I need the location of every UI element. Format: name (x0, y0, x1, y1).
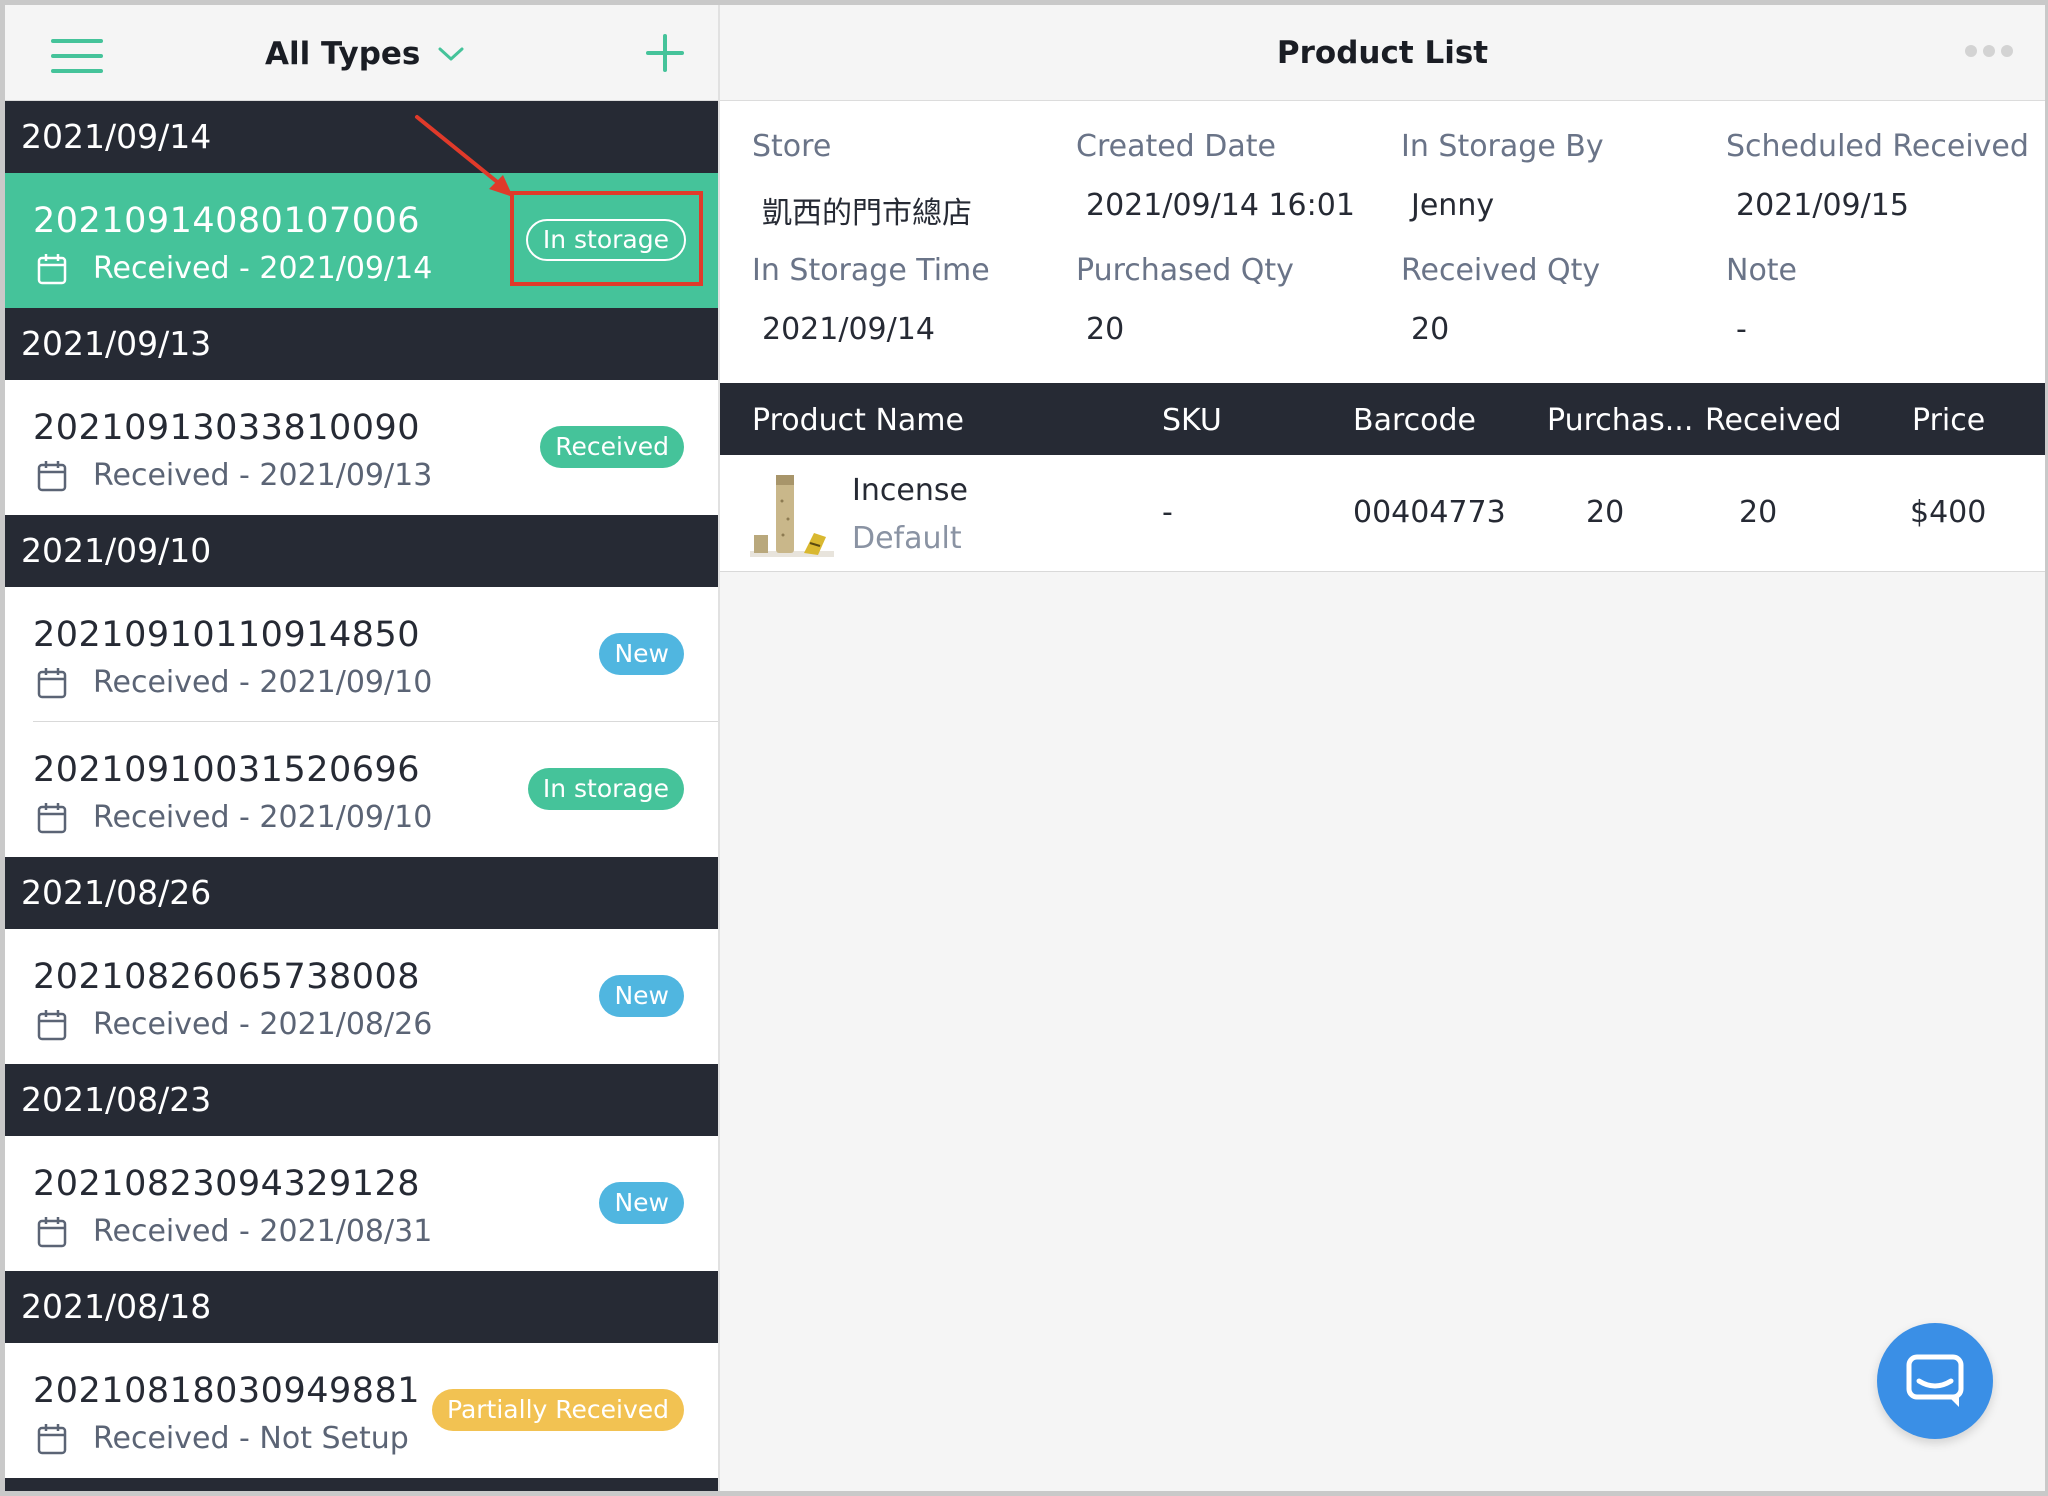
product-barcode: 00404773 (1353, 495, 1506, 530)
column-header-purchased: Purchas... (1547, 403, 1694, 438)
status-badge: In storage (527, 768, 684, 810)
status-badge: Partially Received (432, 1389, 684, 1431)
info-value: - (1736, 312, 1747, 347)
table-header: Product Name SKU Barcode Purchas... Rece… (720, 383, 2045, 455)
info-label: Scheduled Received (1726, 129, 2029, 164)
date-group-header: 2021/08/18 (5, 1271, 718, 1343)
chat-button[interactable] (1877, 1323, 1993, 1439)
info-label: In Storage Time (752, 253, 990, 288)
order-number: 20210826065738008 (33, 957, 421, 997)
calendar-icon (37, 460, 67, 491)
order-received-date: Received - 2021/09/10 (93, 800, 433, 835)
info-storage-time: In Storage Time 2021/09/14 (752, 253, 990, 347)
order-number: 20210914080107006 (33, 201, 421, 241)
status-badge: New (599, 1182, 684, 1224)
order-list-panel: All Types 2021/09/14 20210914080107006 R… (5, 5, 718, 1491)
hamburger-icon[interactable] (51, 39, 103, 73)
left-header: All Types (5, 5, 718, 101)
status-badge: New (599, 975, 684, 1017)
order-received-date: Received - Not Setup (93, 1421, 409, 1456)
date-group-header: 2021/08/23 (5, 1064, 718, 1136)
date-group-header (5, 1478, 718, 1491)
calendar-icon (37, 802, 67, 833)
type-filter-dropdown[interactable]: All Types (265, 33, 464, 75)
calendar-icon (37, 253, 67, 284)
product-purchased-qty: 20 (1586, 495, 1625, 530)
status-badge: New (599, 633, 684, 675)
info-label: Store (752, 129, 832, 164)
order-info-section: Store 凱西的門市總店 Created Date 2021/09/14 16… (720, 101, 2045, 383)
info-value: 凱西的門市總店 (762, 196, 972, 231)
right-header: Product List (720, 5, 2045, 101)
chevron-down-icon (438, 47, 464, 61)
calendar-icon (37, 1009, 67, 1040)
order-number: 20210910110914850 (33, 615, 421, 655)
order-received-date: Received - 2021/09/10 (93, 665, 433, 700)
info-received-qty: Received Qty 20 (1401, 253, 1600, 347)
status-badge: In storage (525, 219, 686, 261)
info-note: Note - (1726, 253, 1797, 347)
product-received-qty: 20 (1739, 495, 1778, 530)
column-header-received: Received (1705, 403, 1842, 438)
info-value: 20 (1086, 312, 1125, 347)
info-created-date: Created Date 2021/09/14 16:01 (1076, 129, 1355, 223)
date-group-header: 2021/09/13 (5, 308, 718, 380)
type-filter-label: All Types (265, 36, 421, 72)
order-item[interactable]: 20210914080107006 Received - 2021/09/14 … (5, 173, 718, 308)
info-label: In Storage By (1401, 129, 1604, 164)
app-frame: All Types 2021/09/14 20210914080107006 R… (5, 5, 2045, 1491)
plus-icon[interactable] (645, 33, 685, 73)
column-header-sku: SKU (1162, 403, 1222, 438)
date-group-header: 2021/09/10 (5, 515, 718, 587)
product-sku: - (1162, 495, 1173, 530)
calendar-icon (37, 1423, 67, 1454)
product-variant: Default (852, 521, 962, 556)
product-detail-panel: Product List Store 凱西的門市總店 Created Date … (720, 5, 2045, 1491)
order-received-date: Received - 2021/08/31 (93, 1214, 433, 1249)
column-header-price: Price (1912, 403, 1986, 438)
order-list: 2021/09/14 20210914080107006 Received - … (5, 101, 718, 1491)
calendar-icon (37, 1216, 67, 1247)
order-item[interactable]: 20210913033810090 Received - 2021/09/13 … (5, 380, 718, 515)
info-value: 2021/09/14 16:01 (1086, 188, 1355, 223)
page-title: Product List (1276, 35, 1489, 71)
info-purchased-qty: Purchased Qty 20 (1076, 253, 1294, 347)
more-dots-icon[interactable] (1959, 45, 2013, 57)
product-table: Product Name SKU Barcode Purchas... Rece… (720, 383, 2045, 572)
order-item[interactable]: 20210818030949881 Received - Not Setup P… (5, 1343, 718, 1478)
info-storage-by: In Storage By Jenny (1401, 129, 1604, 223)
info-value: 2021/09/14 (762, 312, 935, 347)
date-group-header: 2021/09/14 (5, 101, 718, 173)
order-received-date: Received - 2021/09/13 (93, 458, 433, 493)
chat-icon (1906, 1354, 1964, 1407)
column-header-product-name: Product Name (752, 403, 964, 438)
info-value: Jenny (1411, 188, 1495, 223)
order-item[interactable]: 20210910031520696 Received - 2021/09/10 … (5, 722, 718, 857)
info-label: Created Date (1076, 129, 1276, 164)
date-group-header: 2021/08/26 (5, 857, 718, 929)
status-badge: Received (540, 426, 684, 468)
order-number: 20210823094329128 (33, 1164, 421, 1204)
product-price: $400 (1910, 495, 1987, 530)
order-number: 20210818030949881 (33, 1371, 421, 1411)
order-number: 20210913033810090 (33, 408, 421, 448)
info-label: Received Qty (1401, 253, 1601, 288)
product-name: Incense (852, 473, 968, 508)
info-scheduled-received: Scheduled Received 2021/09/15 (1726, 129, 2029, 223)
info-label: Purchased Qty (1076, 253, 1294, 288)
order-item[interactable]: 20210826065738008 Received - 2021/08/26 … (5, 929, 718, 1064)
order-item[interactable]: 20210823094329128 Received - 2021/08/31 … (5, 1136, 718, 1271)
order-number: 20210910031520696 (33, 750, 421, 790)
column-header-barcode: Barcode (1353, 403, 1476, 438)
calendar-icon (37, 667, 67, 698)
order-received-date: Received - 2021/08/26 (93, 1007, 433, 1042)
info-store: Store 凱西的門市總店 (752, 129, 972, 232)
info-label: Note (1726, 253, 1798, 288)
info-value: 20 (1411, 312, 1450, 347)
table-row[interactable]: Incense Default - 00404773 20 20 $400 (720, 455, 2045, 572)
order-received-date: Received - 2021/09/14 (93, 251, 433, 286)
order-item[interactable]: 20210910110914850 Received - 2021/09/10 … (5, 587, 718, 722)
info-value: 2021/09/15 (1736, 188, 1909, 223)
incense-product-thumbnail (750, 475, 834, 557)
